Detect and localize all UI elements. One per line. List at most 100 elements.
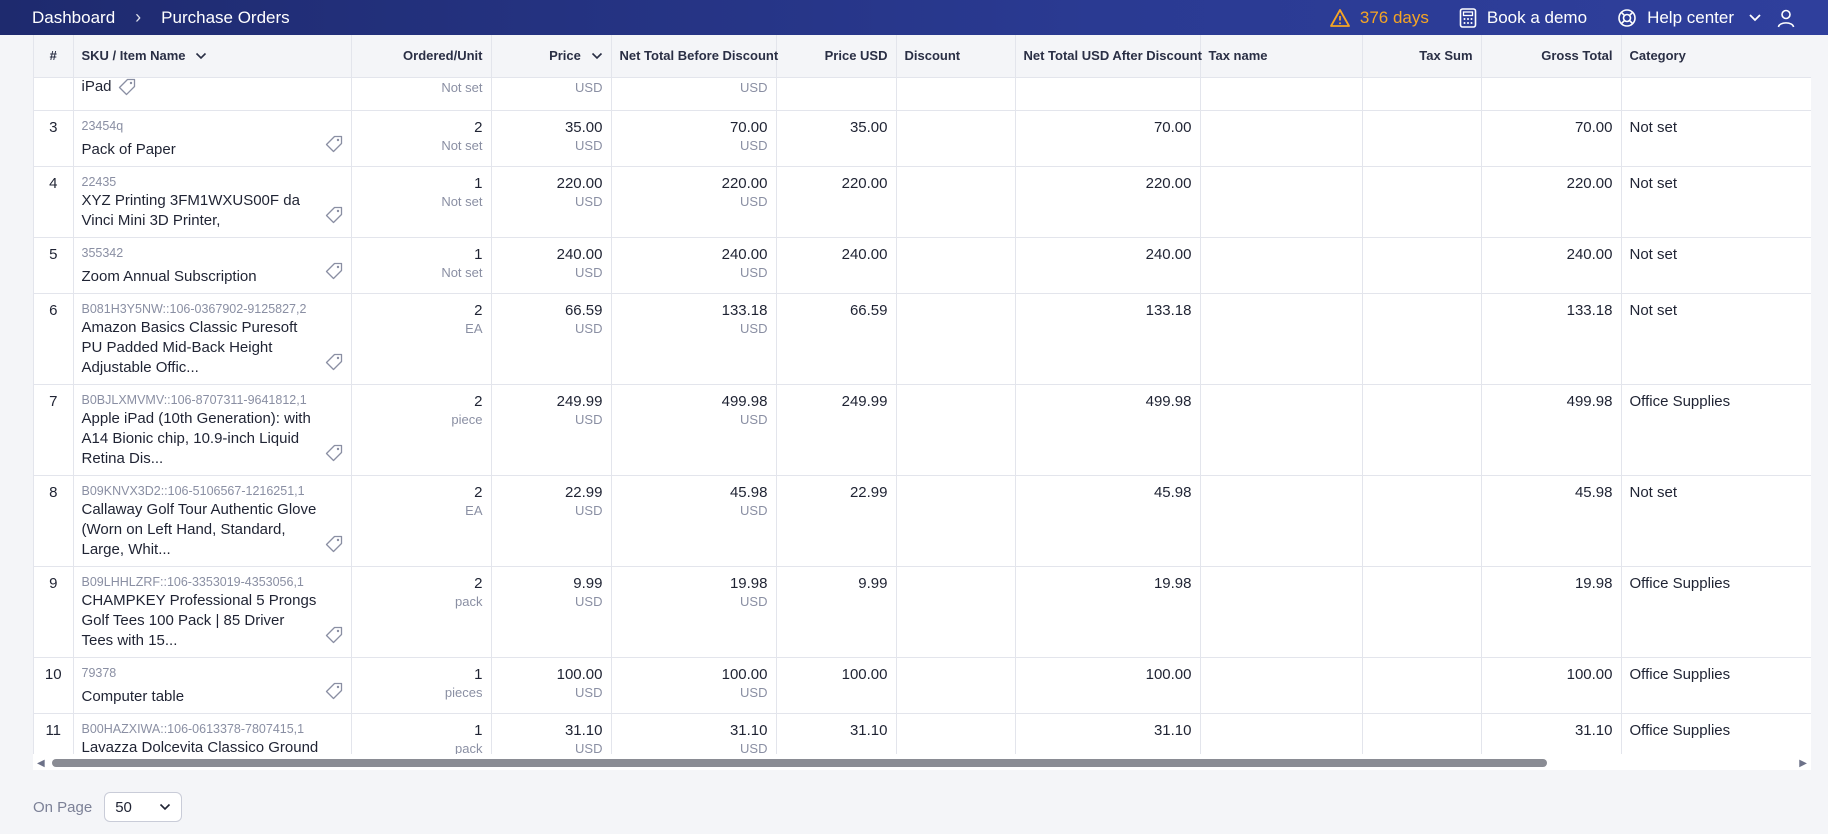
tag-icon[interactable] [325,353,343,375]
row-number: 4 [49,174,58,192]
gross-total-value: 45.98 [1574,483,1613,501]
gross-total-value: 133.18 [1566,301,1613,319]
price-value: 35.00 [564,118,603,136]
sort-chevron-icon[interactable] [195,52,207,60]
net-total-value: 100.00 [721,665,768,683]
item-name-wrap: Apple iPad (10th Generation): with A14 B… [82,409,343,469]
item-name-wrap: Callaway Golf Tour Authentic Glove (Worn… [82,500,343,560]
net-total-usd-after-discount-cell: 70.00 [1015,110,1201,167]
sort-chevron-icon[interactable] [591,52,603,60]
currency-label: USD [575,684,603,700]
table-row[interactable]: 4 22435 XYZ Printing 3FM1WXUS00F da Vinci … [34,166,1811,238]
chevron-right-icon: › [135,7,142,27]
col-header-gross-total: Gross Total [1481,35,1622,78]
row-number: 8 [49,483,58,501]
net-total-before-discount-cell: 100.00 USD [611,657,777,714]
discount-cell [896,475,1016,567]
price-usd-value: 35.00 [849,118,888,136]
breadcrumb-dashboard[interactable]: Dashboard [32,8,115,28]
scrollbar-thumb[interactable] [52,759,1547,767]
gross-total-cell: 45.98 [1481,475,1622,567]
gross-total-cell: 240.00 [1481,237,1622,294]
table-row[interactable]: 3 23454q Pack of Paper 2 Not set 35.00 USD 70.0… [34,110,1811,167]
table-row[interactable]: 10 79378 Computer table 1 pieces 100.00 USD 100… [34,657,1811,714]
row-number: 10 [44,665,62,683]
ordered-qty: 2 [474,483,483,501]
tag-icon[interactable] [325,682,343,704]
price-usd-cell: 100.00 [776,657,897,714]
price-value: 22.99 [564,483,603,501]
price-usd-value: 249.99 [841,392,888,410]
net-usd-value: 31.10 [1153,721,1192,739]
book-demo-button[interactable]: Book a demo [1459,8,1587,28]
pagination-footer: On Page 50 [33,792,183,822]
item-name[interactable]: Zoom Annual Subscription [82,267,257,287]
page-size-select[interactable]: 50 [104,792,183,822]
tag-icon[interactable] [325,444,343,466]
trial-days-indicator[interactable]: 376 days [1329,8,1429,28]
table-row[interactable]: 7 B0BJLXMVMV::106-8707311-9641812,1 Apple … [34,384,1811,476]
net-usd-value: 499.98 [1145,392,1192,410]
tag-icon[interactable] [325,626,343,648]
price-usd-cell: 35.00 [776,110,897,167]
price-usd-cell: 22.99 [776,475,897,567]
price-usd-cell: 9.99 [776,566,897,658]
tax-name-cell [1200,384,1363,476]
col-header-discount: Discount [896,35,1016,78]
table-row[interactable]: 9 B09LHHLZRF::106-3353019-4353056,1 CHAMPK… [34,566,1811,658]
currency-label: USD [575,411,603,427]
net-usd-value: 100.00 [1145,665,1192,683]
tax-name-cell [1200,657,1363,714]
tag-icon[interactable] [325,535,343,557]
item-name[interactable]: Callaway Golf Tour Authentic Glove (Worn… [82,500,319,560]
chevron-down-icon[interactable] [1748,13,1762,23]
help-center-button[interactable]: Help center [1617,8,1734,28]
item-name[interactable]: CHAMPKEY Professional 5 Prongs Golf Tees… [82,591,319,651]
scroll-left-arrow-icon[interactable]: ◀ [37,758,45,769]
ordered-qty: 2 [474,392,483,410]
col-header-category: Category [1621,35,1811,78]
row-number-cell: 4 [34,166,74,238]
price-usd-value: 240.00 [841,245,888,263]
price-usd-value: 220.00 [841,174,888,192]
net-total-before-discount-cell: 240.00 USD [611,237,777,294]
gross-total-cell: 220.00 [1481,166,1622,238]
scroll-right-arrow-icon[interactable]: ▶ [1799,758,1807,769]
tag-icon[interactable] [118,78,136,96]
table-row[interactable]: 5 355342 Zoom Annual Subscription 1 Not set 2… [34,237,1811,294]
currency-label: USD [575,593,603,609]
row-number: 5 [49,245,58,263]
category-value: Office Supplies [1629,392,1731,410]
gross-total-value: 220.00 [1566,174,1613,192]
price-usd-cell: 220.00 [776,166,897,238]
col-header-sku-item[interactable]: SKU / Item Name [73,35,352,78]
row-number: 3 [49,118,58,136]
row-number-cell: 5 [34,237,74,294]
item-name[interactable]: Computer table [82,687,185,707]
table-row-partial[interactable]: iPad Not set USD USD [34,77,1811,111]
user-icon[interactable] [1776,8,1796,28]
price-usd-value: 100.00 [841,665,888,683]
col-header-price[interactable]: Price [491,35,612,78]
tag-icon[interactable] [325,135,343,157]
tag-icon[interactable] [325,206,343,228]
sku-item-cell: 79378 Computer table [73,657,352,714]
sku-item-cell: 23454q Pack of Paper [73,110,352,167]
category-cell: Not set [1621,166,1811,238]
item-name[interactable]: Apple iPad (10th Generation): with A14 B… [82,409,319,469]
discount-cell [896,293,1016,385]
sku-code: 79378 [81,665,117,680]
item-name[interactable]: XYZ Printing 3FM1WXUS00F da Vinci Mini 3… [82,191,319,231]
col-header-sku-item-label: SKU / Item Name [81,48,186,64]
gross-total-value: 31.10 [1574,721,1613,739]
ordered-unit-cell: 1 Not set [351,237,492,294]
horizontal-scrollbar[interactable]: ◀ ▶ [33,754,1811,770]
tag-icon[interactable] [325,262,343,284]
sku-item-cell: B09LHHLZRF::106-3353019-4353056,1 CHAMPKE… [73,566,352,658]
item-name[interactable]: iPad [82,78,112,95]
item-name[interactable]: Pack of Paper [82,140,176,160]
net-total-value: 240.00 [721,245,768,263]
item-name[interactable]: Amazon Basics Classic Puresoft PU Padded… [82,318,319,378]
table-row[interactable]: 6 B081H3Y5NW::106-0367902-9125827,2 Amazon… [34,293,1811,385]
table-row[interactable]: 8 B09KNVX3D2::106-5106567-1216251,1 Callaw… [34,475,1811,567]
